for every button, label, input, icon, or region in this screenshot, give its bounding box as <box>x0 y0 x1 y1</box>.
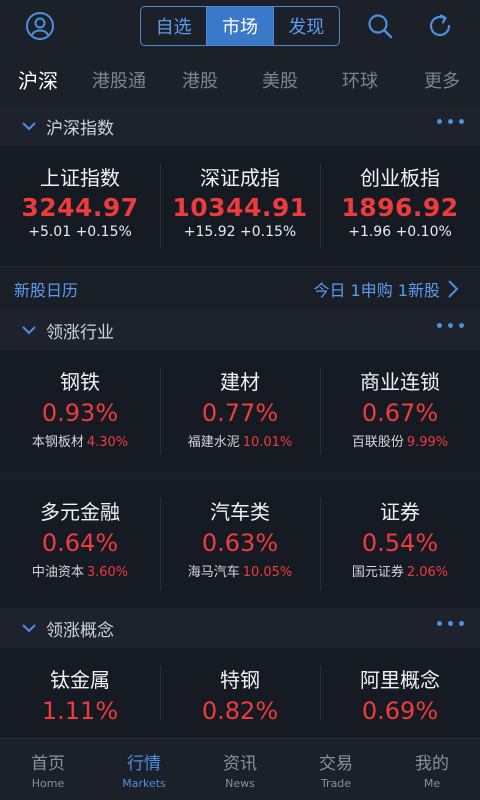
industry-name: 建材 <box>220 370 260 394</box>
index-value: 1896.92 <box>341 193 459 222</box>
leading-stock: 本钢板材 4.30% <box>31 435 129 450</box>
industry-change: 0.64% <box>41 529 119 557</box>
ipo-calendar-summary: 今日 1申购 1新股 <box>313 280 440 300</box>
industry-name: 商业连锁 <box>360 370 440 394</box>
industry-card[interactable]: 建材 0.77% 福建水泥 10.01% <box>160 350 320 472</box>
more-options-icon[interactable] <box>437 119 464 124</box>
concept-name: 阿里概念 <box>360 668 440 692</box>
market-tabs: 沪深 港股通 港股 美股 环球 更多 <box>0 52 480 108</box>
refresh-icon[interactable] <box>422 8 458 44</box>
industry-change: 0.63% <box>201 529 279 557</box>
section-title: 领涨概念 <box>46 620 114 641</box>
view-segmented-control: 自选 市场 发现 <box>140 6 340 46</box>
industry-name: 多元金融 <box>40 500 120 524</box>
chevron-down-icon <box>20 321 38 339</box>
industry-section-header[interactable]: 领涨行业 <box>0 310 480 350</box>
industry-card[interactable]: 多元金融 0.64% 中油资本 3.60% <box>0 480 160 608</box>
concept-change: 1.11% <box>41 697 119 725</box>
index-change: +5.01 +0.15% <box>28 224 132 240</box>
leading-stock: 中油资本 3.60% <box>31 565 129 580</box>
nav-news[interactable]: 资讯 News <box>192 739 288 800</box>
industry-change: 0.67% <box>361 399 439 427</box>
more-options-icon[interactable] <box>437 621 464 626</box>
industry-card[interactable]: 钢铁 0.93% 本钢板材 4.30% <box>0 350 160 472</box>
segment-watchlist[interactable]: 自选 <box>141 7 206 45</box>
concept-section-header[interactable]: 领涨概念 <box>0 608 480 648</box>
nav-home[interactable]: 首页 Home <box>0 739 96 800</box>
concept-change: 0.69% <box>361 697 439 725</box>
industry-name: 证券 <box>380 500 420 524</box>
tab-global[interactable]: 环球 <box>342 67 378 93</box>
tab-shanghai-shenzhen[interactable]: 沪深 <box>18 65 58 94</box>
index-cards: 上证指数 3244.97 +5.01 +0.15% 深证成指 10344.91 … <box>0 146 480 266</box>
section-title: 沪深指数 <box>46 118 114 139</box>
leading-stock: 国元证券 2.06% <box>351 565 449 580</box>
ipo-calendar-label: 新股日历 <box>14 280 79 300</box>
industry-change: 0.93% <box>41 399 119 427</box>
top-bar: 自选 市场 发现 <box>0 0 480 52</box>
leading-stock: 百联股份 9.99% <box>351 435 449 450</box>
search-icon[interactable] <box>362 8 398 44</box>
ipo-calendar-row[interactable]: 新股日历 今日 1申购 1新股 <box>0 266 480 310</box>
segment-discover[interactable]: 发现 <box>272 7 339 45</box>
section-title: 领涨行业 <box>46 322 114 343</box>
concept-name: 特钢 <box>220 668 260 692</box>
more-options-icon[interactable] <box>437 323 464 328</box>
index-section-header[interactable]: 沪深指数 <box>0 106 480 146</box>
industry-row: 钢铁 0.93% 本钢板材 4.30% 建材 0.77% 福建水泥 10.01% 商… <box>0 350 480 472</box>
index-card[interactable]: 创业板指 1896.92 +1.96 +0.10% <box>320 146 480 266</box>
index-name: 深证成指 <box>200 166 280 190</box>
tab-more[interactable]: 更多 <box>424 67 460 93</box>
industry-change: 0.54% <box>361 529 439 557</box>
concept-card[interactable]: 阿里概念 0.69% <box>320 648 480 738</box>
concept-change: 0.82% <box>201 697 279 725</box>
industry-card[interactable]: 汽车类 0.63% 海马汽车 10.05% <box>160 480 320 608</box>
industry-row: 多元金融 0.64% 中油资本 3.60% 汽车类 0.63% 海马汽车 10.05… <box>0 480 480 608</box>
tab-hk-connect[interactable]: 港股通 <box>92 67 146 93</box>
industry-name: 汽车类 <box>210 500 270 524</box>
index-change: +15.92 +0.15% <box>183 224 297 240</box>
index-value: 10344.91 <box>172 193 308 222</box>
index-name: 上证指数 <box>40 166 120 190</box>
chevron-down-icon <box>20 117 38 135</box>
concept-name: 钛金属 <box>50 668 110 692</box>
index-change: +1.96 +0.10% <box>348 224 452 240</box>
industry-name: 钢铁 <box>60 370 100 394</box>
nav-me[interactable]: 我的 Me <box>384 739 480 800</box>
chevron-right-icon <box>448 279 458 298</box>
bottom-nav: 首页 Home 行情 Markets 资讯 News 交易 Trade 我的 M… <box>0 738 480 800</box>
segment-market[interactable]: 市场 <box>206 7 273 45</box>
concept-row: 钛金属 1.11% 特钢 0.82% 阿里概念 0.69% <box>0 648 480 738</box>
index-card[interactable]: 上证指数 3244.97 +5.01 +0.15% <box>0 146 160 266</box>
industry-card[interactable]: 证券 0.54% 国元证券 2.06% <box>320 480 480 608</box>
leading-stock: 福建水泥 10.01% <box>187 435 293 450</box>
divider <box>0 472 480 480</box>
nav-trade[interactable]: 交易 Trade <box>288 739 384 800</box>
nav-markets[interactable]: 行情 Markets <box>96 739 192 800</box>
index-card[interactable]: 深证成指 10344.91 +15.92 +0.15% <box>160 146 320 266</box>
tab-us-stocks[interactable]: 美股 <box>262 67 298 93</box>
concept-card[interactable]: 钛金属 1.11% <box>0 648 160 738</box>
tab-hk-stocks[interactable]: 港股 <box>182 67 218 93</box>
concept-card[interactable]: 特钢 0.82% <box>160 648 320 738</box>
index-value: 3244.97 <box>21 193 139 222</box>
leading-stock: 海马汽车 10.05% <box>187 565 293 580</box>
chevron-down-icon <box>20 619 38 637</box>
user-icon[interactable] <box>22 8 58 44</box>
industry-change: 0.77% <box>201 399 279 427</box>
index-name: 创业板指 <box>360 166 440 190</box>
industry-card[interactable]: 商业连锁 0.67% 百联股份 9.99% <box>320 350 480 472</box>
